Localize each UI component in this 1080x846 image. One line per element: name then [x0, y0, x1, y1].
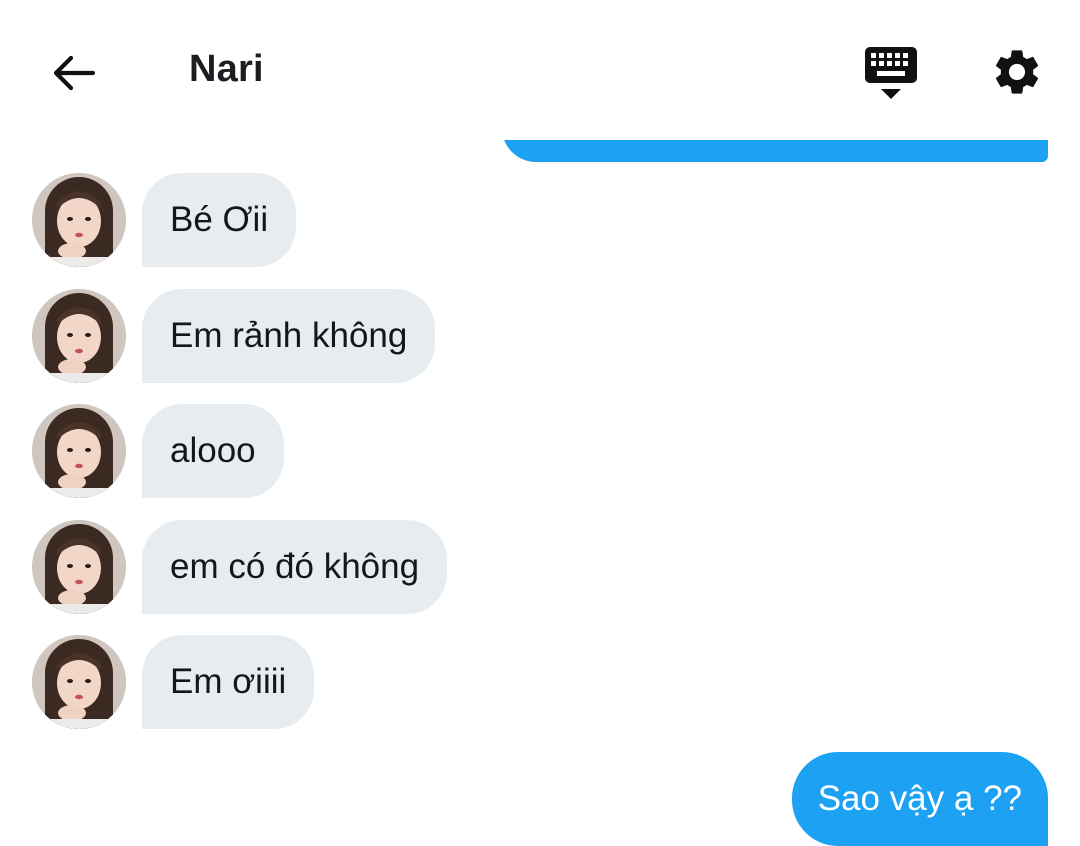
message-bubble: em có đó không: [142, 520, 448, 614]
message-bubble: Em rảnh không: [142, 289, 436, 383]
conversation-header: Nari: [0, 0, 1080, 140]
settings-button[interactable]: [985, 40, 1049, 104]
message-bubble: alooo: [142, 404, 284, 498]
avatar[interactable]: [32, 173, 126, 267]
avatar[interactable]: [32, 520, 126, 614]
message-bubble: Em ơiiii: [142, 635, 315, 729]
back-button[interactable]: [44, 44, 102, 102]
keyboard-toggle-button[interactable]: [858, 40, 924, 106]
avatar[interactable]: [32, 289, 126, 383]
conversation-title: Nari: [189, 48, 264, 90]
incoming-message: Em ơiiii: [32, 635, 315, 731]
avatar[interactable]: [32, 404, 126, 498]
keyboard-hide-icon: [865, 47, 917, 99]
arrow-left-icon: [53, 55, 96, 91]
incoming-message: Em rảnh không: [32, 289, 436, 385]
incoming-message: alooo: [32, 404, 284, 500]
avatar[interactable]: [32, 635, 126, 729]
gear-icon: [995, 50, 1039, 94]
outgoing-message-bubble: Sao vậy ạ ??: [791, 752, 1048, 846]
incoming-message: em có đó không: [32, 520, 448, 616]
message-bubble: Bé Ơii: [142, 173, 297, 267]
incoming-message: Bé Ơii: [32, 173, 297, 269]
